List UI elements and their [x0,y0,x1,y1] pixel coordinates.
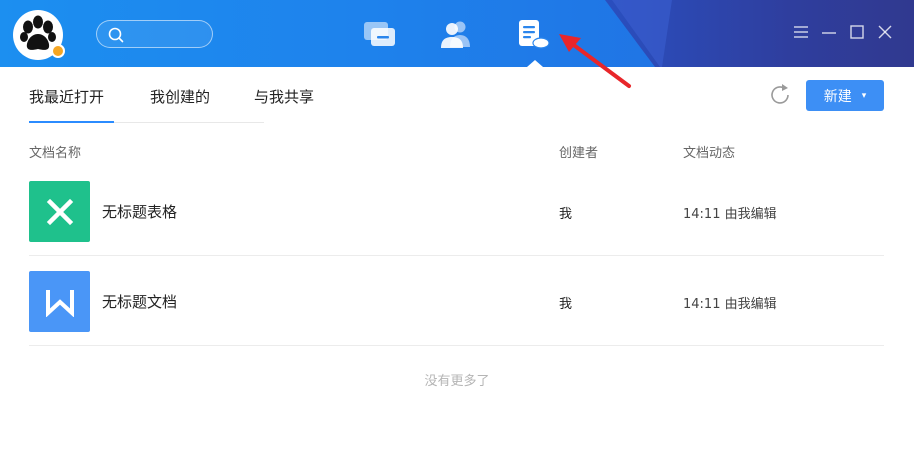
no-more-items-text: 没有更多了 [424,374,490,389]
file-creator: 我 [559,207,573,222]
file-name[interactable]: 无标题文档 [102,291,177,312]
nav-active-indicator [527,60,543,67]
annotation-arrow-icon [559,34,631,88]
chevron-down-icon: ▾ [861,90,867,101]
table-row[interactable]: 无标题表格 我 14:11 由我编辑 [29,181,884,256]
file-activity: 14:11 由我编辑 [683,297,777,312]
search-input[interactable] [96,20,213,48]
spreadsheet-icon [29,181,90,242]
row-divider [29,255,884,256]
minimize-icon [822,32,836,34]
nav-documents[interactable] [516,17,552,53]
maximize-button[interactable] [848,23,866,41]
close-button[interactable] [876,23,894,41]
file-activity: 14:11 由我编辑 [683,207,777,222]
nav-messages[interactable] [362,17,398,53]
document-icon [519,20,550,49]
tab-shared-with-me[interactable]: 与我共享 [254,86,314,107]
word-w-icon [45,289,74,317]
column-header-name: 文档名称 [29,146,82,161]
document-file-icon [29,271,90,332]
contacts-icon [441,21,470,48]
nav-contacts[interactable] [438,17,474,53]
refresh-icon [771,84,789,104]
close-icon [878,25,892,39]
active-tab-indicator [29,121,114,123]
row-divider [29,345,884,346]
maximize-icon [850,25,864,39]
excel-x-icon [46,198,73,225]
tab-recent[interactable]: 我最近打开 [29,86,104,107]
search-icon [108,27,124,43]
column-header-activity: 文档动态 [683,146,736,161]
tab-created-by-me[interactable]: 我创建的 [150,86,210,107]
new-button[interactable]: 新建 ▾ [806,80,884,111]
new-button-label: 新建 [823,88,852,105]
tab-divider [114,122,264,123]
menu-icon [794,26,808,38]
file-creator: 我 [559,297,573,312]
minimize-button[interactable] [820,23,838,41]
table-row[interactable]: 无标题文档 我 14:11 由我编辑 [29,271,884,346]
column-header-creator: 创建者 [559,146,599,161]
file-name[interactable]: 无标题表格 [102,201,177,222]
refresh-button[interactable] [767,82,793,108]
menu-button[interactable] [792,23,810,41]
title-bar [0,0,914,67]
chat-icon [364,22,395,46]
logo-status-badge [51,44,65,58]
